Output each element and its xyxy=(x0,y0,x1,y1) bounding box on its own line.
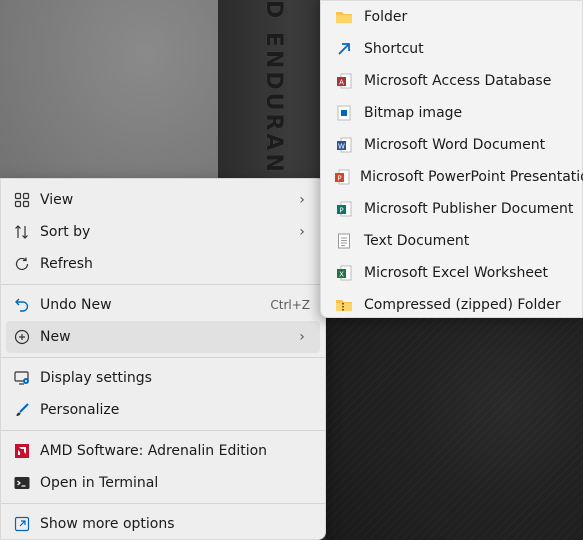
submenu-item-excel-worksheet[interactable]: X Microsoft Excel Worksheet xyxy=(325,257,578,289)
submenu-item-label: Shortcut xyxy=(364,41,424,57)
menu-item-label: Display settings xyxy=(40,370,152,386)
chevron-right-icon: › xyxy=(299,224,305,240)
menu-separator xyxy=(1,430,325,431)
menu-separator xyxy=(1,357,325,358)
publisher-icon: P xyxy=(334,199,354,219)
menu-item-label: Personalize xyxy=(40,402,120,418)
menu-item-show-more-options[interactable]: Show more options xyxy=(6,508,320,540)
zip-folder-icon xyxy=(334,295,354,315)
menu-item-label: Undo New xyxy=(40,297,112,313)
menu-item-label: New xyxy=(40,329,71,345)
submenu-item-compressed-folder[interactable]: Compressed (zipped) Folder xyxy=(325,289,578,321)
refresh-icon xyxy=(12,254,32,274)
svg-text:X: X xyxy=(339,271,344,279)
submenu-item-label: Microsoft PowerPoint Presentation xyxy=(360,169,583,185)
folder-icon xyxy=(334,7,354,27)
wallpaper-text: D ENDURAN xyxy=(261,0,286,175)
submenu-item-bitmap-image[interactable]: Bitmap image xyxy=(325,97,578,129)
shortcut-label: Ctrl+Z xyxy=(270,298,310,312)
submenu-item-shortcut[interactable]: Shortcut xyxy=(325,33,578,65)
shortcut-icon xyxy=(334,39,354,59)
text-document-icon xyxy=(334,231,354,251)
submenu-item-publisher-document[interactable]: P Microsoft Publisher Document xyxy=(325,193,578,225)
menu-item-amd-software[interactable]: AMD Software: Adrenalin Edition xyxy=(6,435,320,467)
menu-separator xyxy=(1,284,325,285)
menu-item-label: Refresh xyxy=(40,256,93,272)
submenu-item-label: Text Document xyxy=(364,233,470,249)
submenu-item-label: Microsoft Publisher Document xyxy=(364,201,574,217)
submenu-item-access-database[interactable]: A Microsoft Access Database xyxy=(325,65,578,97)
submenu-item-label: Microsoft Word Document xyxy=(364,137,546,153)
undo-icon xyxy=(12,295,32,315)
svg-text:W: W xyxy=(338,143,345,151)
menu-item-label: Open in Terminal xyxy=(40,475,159,491)
powerpoint-icon: P xyxy=(334,167,350,187)
bitmap-icon xyxy=(334,103,354,123)
menu-item-undo-new[interactable]: Undo New Ctrl+Z xyxy=(6,289,320,321)
submenu-item-label: Bitmap image xyxy=(364,105,463,121)
menu-item-view[interactable]: View › xyxy=(6,184,320,216)
submenu-item-label: Microsoft Excel Worksheet xyxy=(364,265,549,281)
menu-item-label: Sort by xyxy=(40,224,91,240)
chevron-right-icon: › xyxy=(299,192,305,208)
excel-icon: X xyxy=(334,263,354,283)
menu-item-display-settings[interactable]: Display settings xyxy=(6,362,320,394)
menu-item-label: View xyxy=(40,192,74,208)
wallpaper-lower-area xyxy=(326,318,583,540)
menu-item-sort-by[interactable]: Sort by › xyxy=(6,216,320,248)
submenu-item-label: Folder xyxy=(364,9,408,25)
menu-item-open-in-terminal[interactable]: Open in Terminal xyxy=(6,467,320,499)
submenu-item-text-document[interactable]: Text Document xyxy=(325,225,578,257)
submenu-item-label: Microsoft Access Database xyxy=(364,73,552,89)
submenu-item-powerpoint-presentation[interactable]: P Microsoft PowerPoint Presentation xyxy=(325,161,583,193)
menu-item-label: Show more options xyxy=(40,516,175,532)
word-icon: W xyxy=(334,135,354,155)
menu-item-personalize[interactable]: Personalize xyxy=(6,394,320,426)
access-icon: A xyxy=(334,71,354,91)
menu-item-label: AMD Software: Adrenalin Edition xyxy=(40,443,268,459)
desktop-context-menu: View › Sort by › Refresh Undo New Ctrl+Z… xyxy=(0,178,326,540)
svg-text:P: P xyxy=(339,207,343,215)
chevron-right-icon: › xyxy=(299,329,305,345)
terminal-icon xyxy=(12,473,32,493)
menu-separator xyxy=(1,503,325,504)
display-settings-icon xyxy=(12,368,32,388)
submenu-item-label: Compressed (zipped) Folder xyxy=(364,297,561,313)
new-submenu: Folder Shortcut A Microsoft Access Datab… xyxy=(320,0,583,318)
svg-text:P: P xyxy=(337,175,341,183)
sort-icon xyxy=(12,222,32,242)
submenu-item-word-document[interactable]: W Microsoft Word Document xyxy=(325,129,578,161)
menu-item-refresh[interactable]: Refresh xyxy=(6,248,320,280)
show-more-icon xyxy=(12,514,32,534)
brush-icon xyxy=(12,400,32,420)
view-grid-icon xyxy=(12,190,32,210)
svg-text:A: A xyxy=(339,79,344,87)
plus-circle-icon xyxy=(12,327,32,347)
submenu-item-folder[interactable]: Folder xyxy=(325,1,578,33)
amd-icon xyxy=(12,441,32,461)
menu-item-new[interactable]: New › xyxy=(6,321,320,353)
